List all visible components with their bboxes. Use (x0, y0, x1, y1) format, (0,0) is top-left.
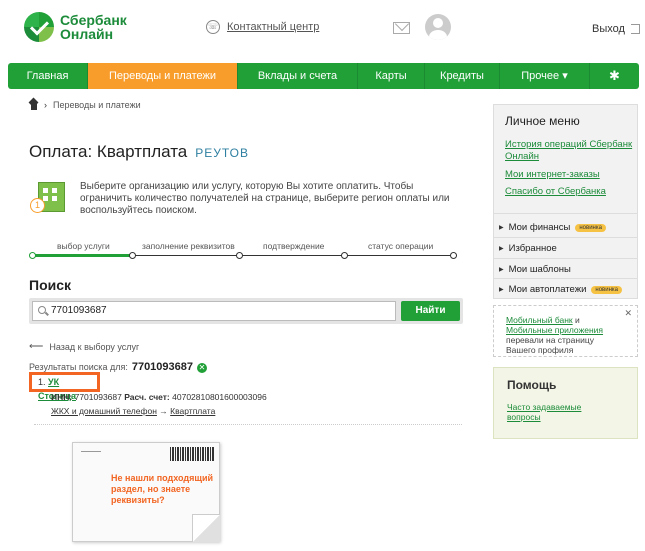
personal-menu: Личное меню История операций Сбербанк Он… (493, 104, 638, 299)
nav-item-other[interactable]: Прочее ▾ (500, 63, 590, 89)
triangle-right-icon: ▶ (499, 246, 504, 252)
step-dot (341, 252, 348, 259)
sidebar-item-label: Избранное (508, 243, 557, 254)
result-item[interactable]: 1. УК Столица (29, 372, 100, 401)
results-query: 7701093687 (131, 361, 194, 373)
page-title-text: Оплата: Квартплата (29, 142, 188, 161)
nav-item-cards[interactable]: Карты (358, 63, 425, 89)
sidebar-item-autopayments[interactable]: ▶ Мои автоплатежи новинка (499, 284, 622, 295)
inn-label: ИНН: (51, 392, 73, 402)
triangle-right-icon: ▶ (499, 287, 504, 293)
step-label: заполнение реквизитов (142, 241, 235, 251)
sidebar-item-favorites[interactable]: ▶ Избранное (499, 243, 557, 254)
sidebar-item-label: Мои финансы (508, 222, 571, 233)
result-details: ИНН: 7701093687 Расч. счет: 407028108016… (51, 392, 267, 402)
new-badge: новинка (591, 285, 622, 294)
step-label: статус операции (368, 241, 434, 251)
mail-icon[interactable] (393, 22, 410, 34)
back-link[interactable]: ⟵ Назад к выбору услуг (29, 341, 139, 352)
result-index: 1. (38, 377, 46, 387)
sidebar-item-templates[interactable]: ▶ Мои шаблоны (499, 264, 571, 275)
subcategory-link[interactable]: Квартплата (170, 406, 215, 416)
step-dot (450, 252, 457, 259)
exit-icon (630, 24, 640, 34)
category-link[interactable]: ЖКХ и домашний телефон (51, 406, 157, 416)
nav-item-credits[interactable]: Кредиты (425, 63, 500, 89)
back-link-label: Назад к выбору услуг (49, 341, 140, 352)
sberbank-logo[interactable]: Сбербанк Онлайн (24, 12, 127, 42)
sidebar-link-orders[interactable]: Мои интернет-заказы (505, 169, 633, 181)
building-icon: 1 (30, 182, 70, 214)
step-label: подтверждение (263, 241, 325, 251)
triangle-right-icon: ▶ (499, 225, 504, 231)
info-text: Выберите организацию или услугу, которую… (80, 181, 450, 216)
personal-menu-title: Личное меню (505, 114, 580, 128)
info-number: 1 (30, 198, 45, 213)
region-selector[interactable]: РЕУТОВ (195, 146, 249, 160)
faq-link[interactable]: Часто задаваемые вопросы (507, 402, 597, 422)
search-icon (38, 306, 46, 314)
close-icon[interactable]: ✕ (624, 308, 632, 318)
triangle-right-icon: ▶ (499, 267, 504, 273)
sberbank-logo-icon (24, 12, 54, 42)
gear-icon[interactable]: ✱ (590, 63, 639, 89)
header: Сбербанк Онлайн ☏ Контактный центр Выход (0, 0, 645, 62)
find-button[interactable]: Найти (401, 301, 460, 321)
step-dot (29, 252, 36, 259)
contact-center-link[interactable]: ☏ Контактный центр (206, 20, 319, 34)
promo-banner[interactable]: Не нашли подходящий раздел, но знаете ре… (72, 442, 220, 542)
results-prefix: Результаты поиска для: (29, 362, 128, 372)
page-title: Оплата: Квартплата РЕУТОВ (29, 142, 249, 162)
step-label: выбор услуги (57, 241, 110, 251)
sidebar-link-history[interactable]: История операций Сбербанк Онлайн (505, 139, 633, 163)
main-nav: Главная Переводы и платежи Вклады и счет… (8, 63, 639, 89)
promo-text: Не нашли подходящий раздел, но знаете ре… (111, 473, 214, 505)
sidebar-link-spasibo[interactable]: Спасибо от Сбербанка (505, 186, 633, 198)
sidebar-item-label: Мои автоплатежи (508, 284, 587, 295)
exit-button[interactable]: Выход (592, 23, 640, 35)
search-input[interactable]: 7701093687 (32, 301, 396, 321)
logo-line2: Онлайн (60, 26, 114, 42)
new-badge: новинка (575, 223, 606, 232)
nav-item-deposits[interactable]: Вклады и счета (238, 63, 358, 89)
contact-center-label: Контактный центр (227, 21, 320, 33)
nav-item-main[interactable]: Главная (8, 63, 88, 89)
mobile-apps-link[interactable]: Мобильные приложения (506, 325, 603, 335)
notice-text: перевали на страницу Вашего профиля (506, 335, 594, 355)
sidebar-item-finances[interactable]: ▶ Мои финансы новинка (499, 222, 606, 233)
breadcrumb-link[interactable]: Переводы и платежи (53, 100, 141, 110)
clear-search-icon[interactable]: ✕ (197, 363, 208, 373)
inn-value: 7701093687 (74, 392, 122, 402)
exit-label: Выход (592, 23, 625, 35)
arrow-left-icon: ⟵ (29, 341, 44, 352)
step-dot (236, 252, 243, 259)
sidebar-item-label: Мои шаблоны (508, 264, 571, 275)
barcode-icon (170, 447, 214, 461)
phone-icon: ☏ (206, 20, 220, 34)
category-arrow: → (159, 406, 168, 416)
breadcrumb-separator: › (44, 100, 47, 110)
notice-and: и (572, 315, 580, 325)
mobile-apps-notice: ✕ Мобильный банк и Мобильные приложения … (493, 305, 638, 357)
logo-line1: Сбербанк (60, 12, 127, 28)
account-value: 40702810801600003096 (172, 392, 267, 402)
breadcrumb: › Переводы и платежи (29, 100, 141, 110)
avatar[interactable] (425, 14, 451, 40)
step-dot (129, 252, 136, 259)
mobile-bank-link[interactable]: Мобильный банк (506, 315, 573, 325)
home-icon[interactable] (29, 101, 39, 110)
help-box: Помощь Часто задаваемые вопросы (493, 367, 638, 439)
progress-steps: выбор услуги заполнение реквизитов подтв… (29, 241, 459, 261)
result-category: ЖКХ и домашний телефон → Квартплата (51, 406, 215, 416)
account-label: Расч. счет: (124, 392, 170, 402)
page-fold-icon (192, 514, 220, 542)
nav-item-transfers[interactable]: Переводы и платежи (88, 63, 238, 89)
help-title: Помощь (507, 378, 557, 392)
steps-progress (33, 254, 133, 257)
search-value: 7701093687 (51, 305, 107, 316)
search-title: Поиск (29, 277, 72, 293)
search-box: 7701093687 Найти (29, 298, 463, 324)
divider (34, 424, 462, 425)
